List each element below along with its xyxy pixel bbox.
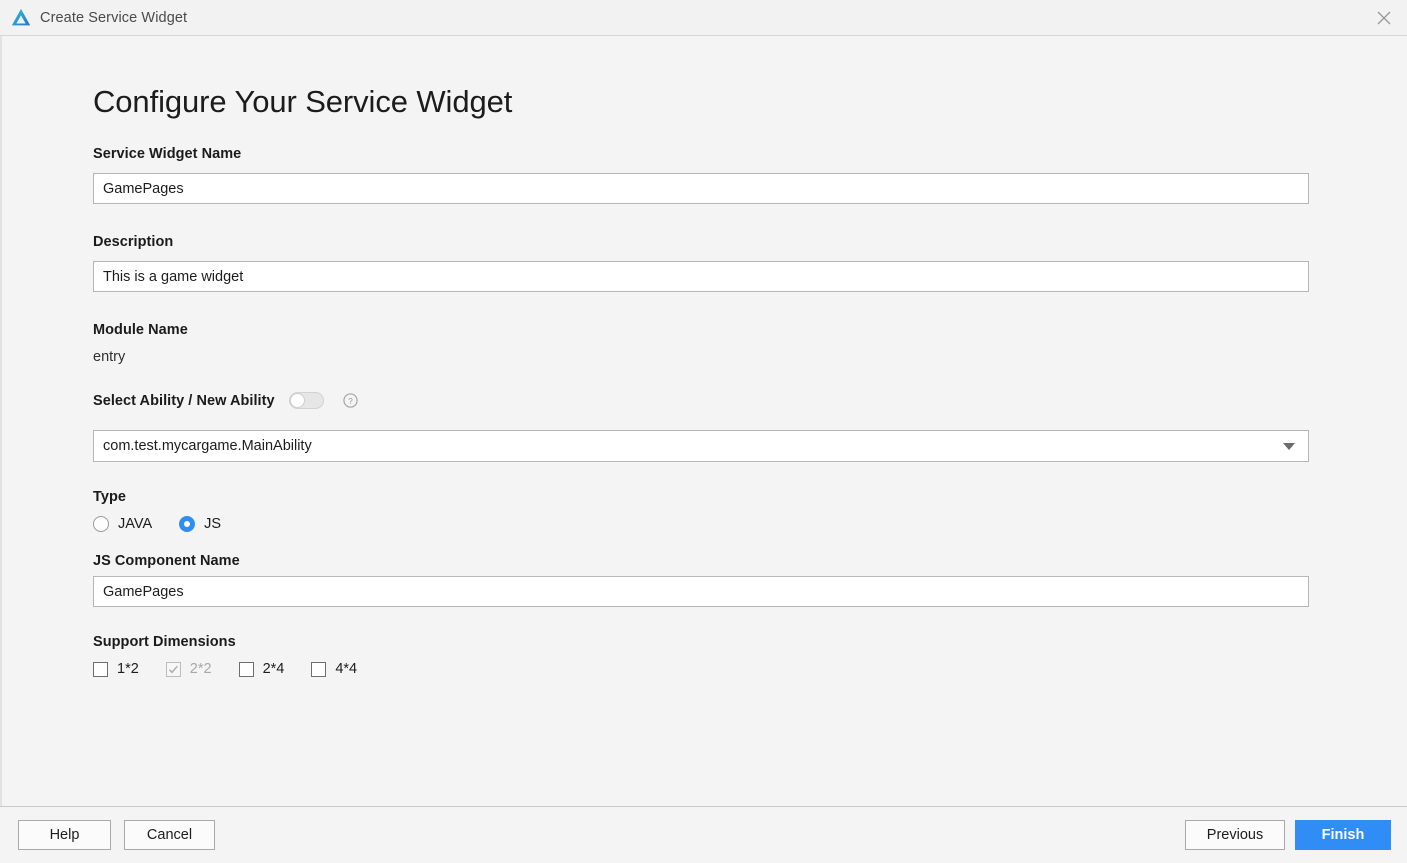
- module-name-label: Module Name: [93, 322, 188, 338]
- page-title: Configure Your Service Widget: [93, 84, 513, 119]
- checkbox-4x4-icon: [311, 661, 327, 677]
- new-ability-toggle[interactable]: [288, 392, 324, 409]
- type-label: Type: [93, 489, 126, 505]
- radio-java-icon: [93, 516, 109, 532]
- checkbox-2x2-label: 2*2: [189, 661, 212, 677]
- checkbox-option-2x4[interactable]: 2*4: [238, 661, 285, 677]
- description-input[interactable]: [93, 261, 1309, 292]
- checkbox-2x4-icon: [238, 661, 254, 677]
- checkbox-option-2x2: 2*2: [165, 661, 212, 677]
- window-title: Create Service Widget: [40, 9, 188, 26]
- radio-java-label: JAVA: [118, 516, 153, 532]
- js-component-name-label: JS Component Name: [93, 553, 240, 569]
- checkbox-2x2-icon: [165, 661, 181, 677]
- svg-text:?: ?: [348, 396, 353, 406]
- widget-name-label: Service Widget Name: [93, 146, 242, 162]
- select-ability-row: Select Ability / New Ability ?: [93, 392, 1313, 409]
- window-titlebar: Create Service Widget: [0, 0, 1407, 36]
- help-button[interactable]: Help: [18, 820, 111, 850]
- checkbox-1x2-label: 1*2: [117, 661, 139, 677]
- dialog-footer: Help Cancel Previous Finish: [0, 806, 1407, 863]
- checkbox-2x4-label: 2*4: [262, 661, 285, 677]
- finish-button[interactable]: Finish: [1295, 820, 1391, 850]
- checkbox-4x4-label: 4*4: [335, 661, 358, 677]
- ability-dropdown[interactable]: com.test.mycargame.MainAbility: [93, 430, 1309, 462]
- js-component-name-input[interactable]: [93, 576, 1309, 607]
- radio-option-java[interactable]: JAVA: [93, 516, 152, 532]
- module-name-value: entry: [93, 349, 126, 365]
- cancel-button[interactable]: Cancel: [124, 820, 215, 850]
- ability-dropdown-value: com.test.mycargame.MainAbility: [103, 438, 312, 454]
- radio-js-icon: [179, 516, 196, 532]
- widget-name-input[interactable]: [93, 173, 1309, 204]
- select-ability-label: Select Ability / New Ability: [93, 392, 275, 409]
- close-button[interactable]: [1361, 0, 1407, 35]
- checkbox-option-1x2[interactable]: 1*2: [93, 661, 139, 677]
- toggle-knob: [289, 393, 305, 408]
- previous-button[interactable]: Previous: [1185, 820, 1285, 850]
- description-label: Description: [93, 234, 174, 250]
- radio-option-js[interactable]: JS: [179, 516, 221, 532]
- deveco-logo-icon: [11, 8, 31, 25]
- type-radio-group: JAVA JS: [93, 516, 1313, 532]
- checkbox-option-4x4[interactable]: 4*4: [311, 661, 357, 677]
- question-mark-icon[interactable]: ?: [342, 393, 358, 408]
- close-icon: [1377, 11, 1391, 24]
- support-dimensions-label: Support Dimensions: [93, 634, 236, 650]
- dialog-body: Configure Your Service Widget Service Wi…: [0, 36, 1407, 806]
- form-content: Configure Your Service Widget Service Wi…: [93, 84, 1313, 677]
- radio-js-label: JS: [204, 516, 222, 532]
- checkbox-1x2-icon: [93, 661, 108, 677]
- chevron-down-icon: [1283, 443, 1295, 450]
- support-dimensions-group: 1*2 2*2 2*4 4*4: [93, 661, 1313, 677]
